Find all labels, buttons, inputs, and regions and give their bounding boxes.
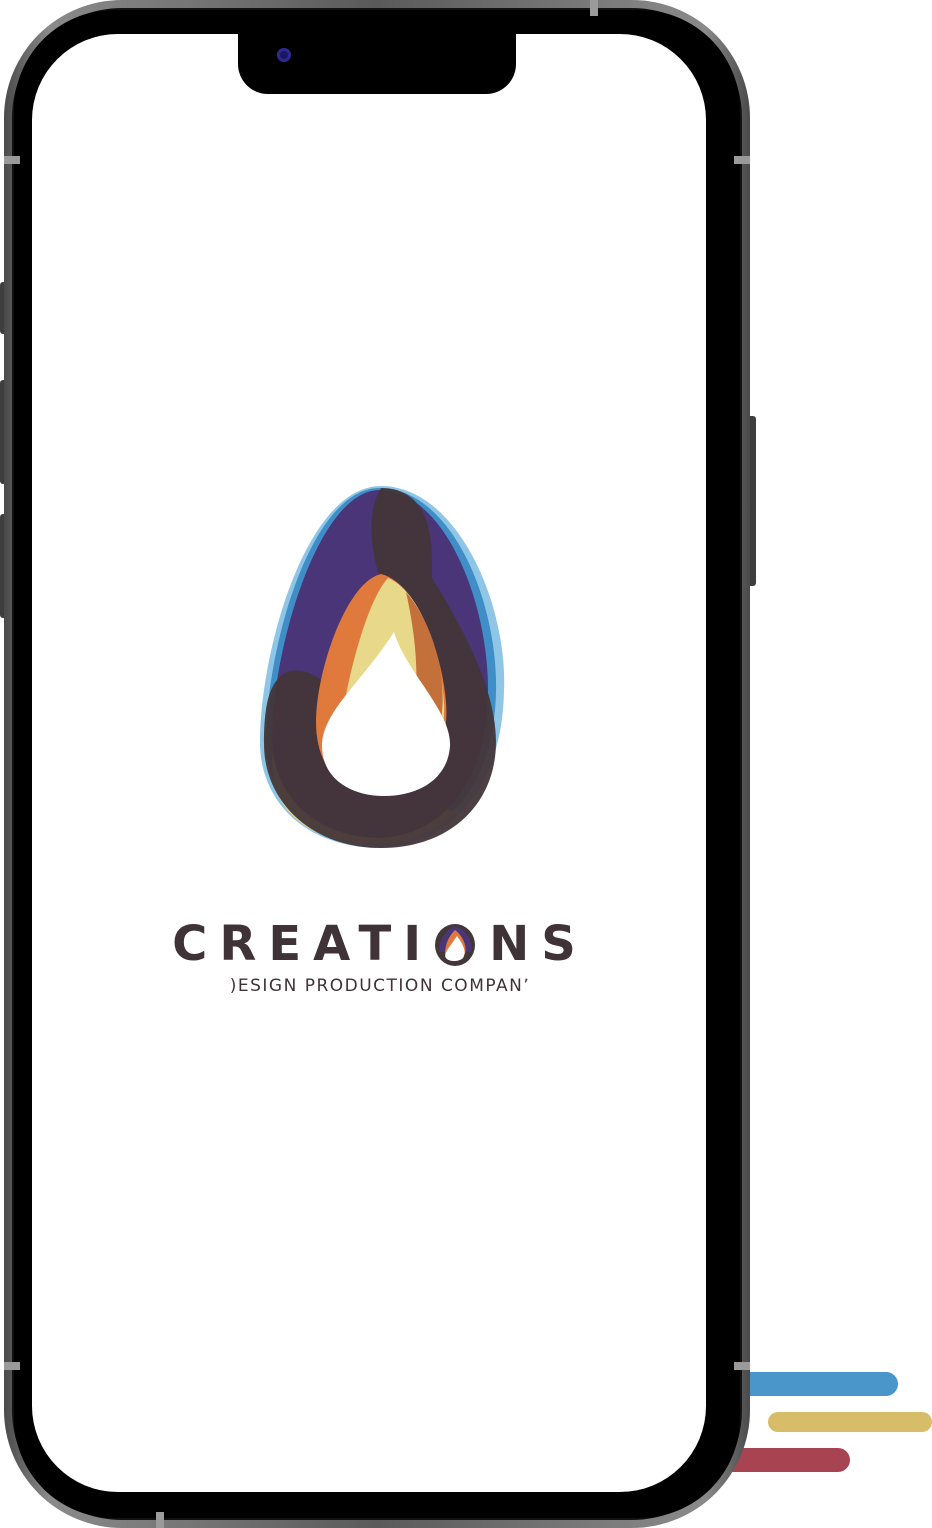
antenna-line <box>734 156 750 164</box>
antenna-line <box>734 1362 750 1370</box>
antenna-line <box>590 0 598 16</box>
front-camera-icon <box>277 48 291 62</box>
mockup-stage: CREATI NS )ESIGN PRODUCTION COMPANʼ <box>0 0 932 1528</box>
wordmark-o-drop-icon <box>433 920 477 968</box>
antenna-line <box>4 156 20 164</box>
brand-name-part1: CREATI <box>172 916 434 972</box>
brand-tagline: )ESIGN PRODUCTION COMPANʼ <box>229 976 531 996</box>
phone-notch <box>238 30 516 94</box>
brand-wordmark: CREATI NS <box>150 912 610 976</box>
brand-name-part2: NS <box>489 916 588 972</box>
decorative-yellow-stripe <box>768 1412 932 1432</box>
creations-drop-logo-icon <box>256 482 506 854</box>
antenna-line <box>156 1512 164 1528</box>
antenna-line <box>4 1362 20 1370</box>
